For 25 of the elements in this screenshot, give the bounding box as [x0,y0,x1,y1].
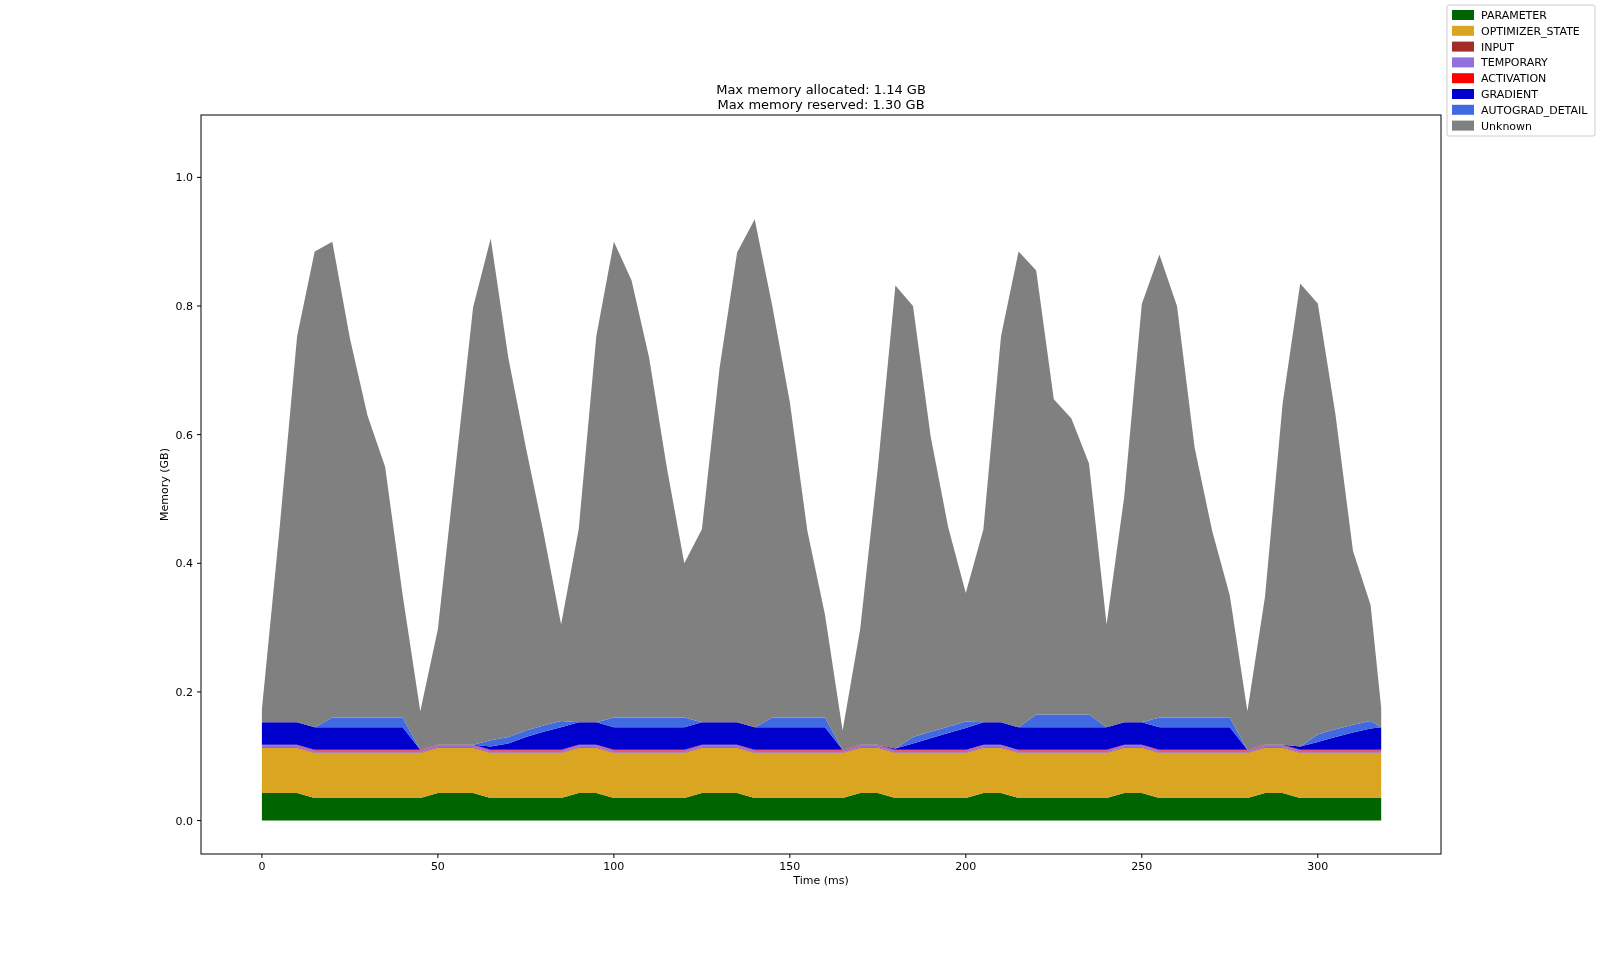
y-axis-label: Memory (GB) [158,448,171,521]
legend-label: TEMPORARY [1481,56,1548,70]
legend-label: GRADIENT [1481,88,1538,101]
y-tick-label: 0.8 [175,300,193,313]
y-tick-label: 1.0 [175,171,193,185]
chart-title: Max memory reserved: 1.30 GB [717,97,925,112]
x-tick-label: 100 [603,860,625,873]
y-tick-label: 0.2 [175,685,193,699]
y-tick-label: 0.4 [175,557,193,571]
x-tick-label: 300 [1307,860,1329,873]
legend-label: Unknown [1481,119,1533,133]
legend-label: OPTIMIZER_STATE [1481,24,1580,38]
legend-label: PARAMETER [1481,9,1547,22]
legend-label: INPUT [1481,40,1514,54]
x-tick-label: 150 [779,860,801,873]
x-tick-label: 250 [1131,860,1153,873]
x-tick-label: 0 [258,860,266,873]
legend-label: ACTIVATION [1481,72,1547,86]
legend-label: AUTOGRAD_DETAIL [1481,103,1588,117]
x-axis-label: Time (ms) [793,874,849,887]
x-tick-label: 50 [430,860,445,873]
chart-title: Max memory allocated: 1.14 GB [716,82,926,97]
y-tick-label: 0.6 [175,428,193,442]
y-tick-label: 0.0 [175,814,193,828]
x-tick-label: 200 [955,860,977,873]
